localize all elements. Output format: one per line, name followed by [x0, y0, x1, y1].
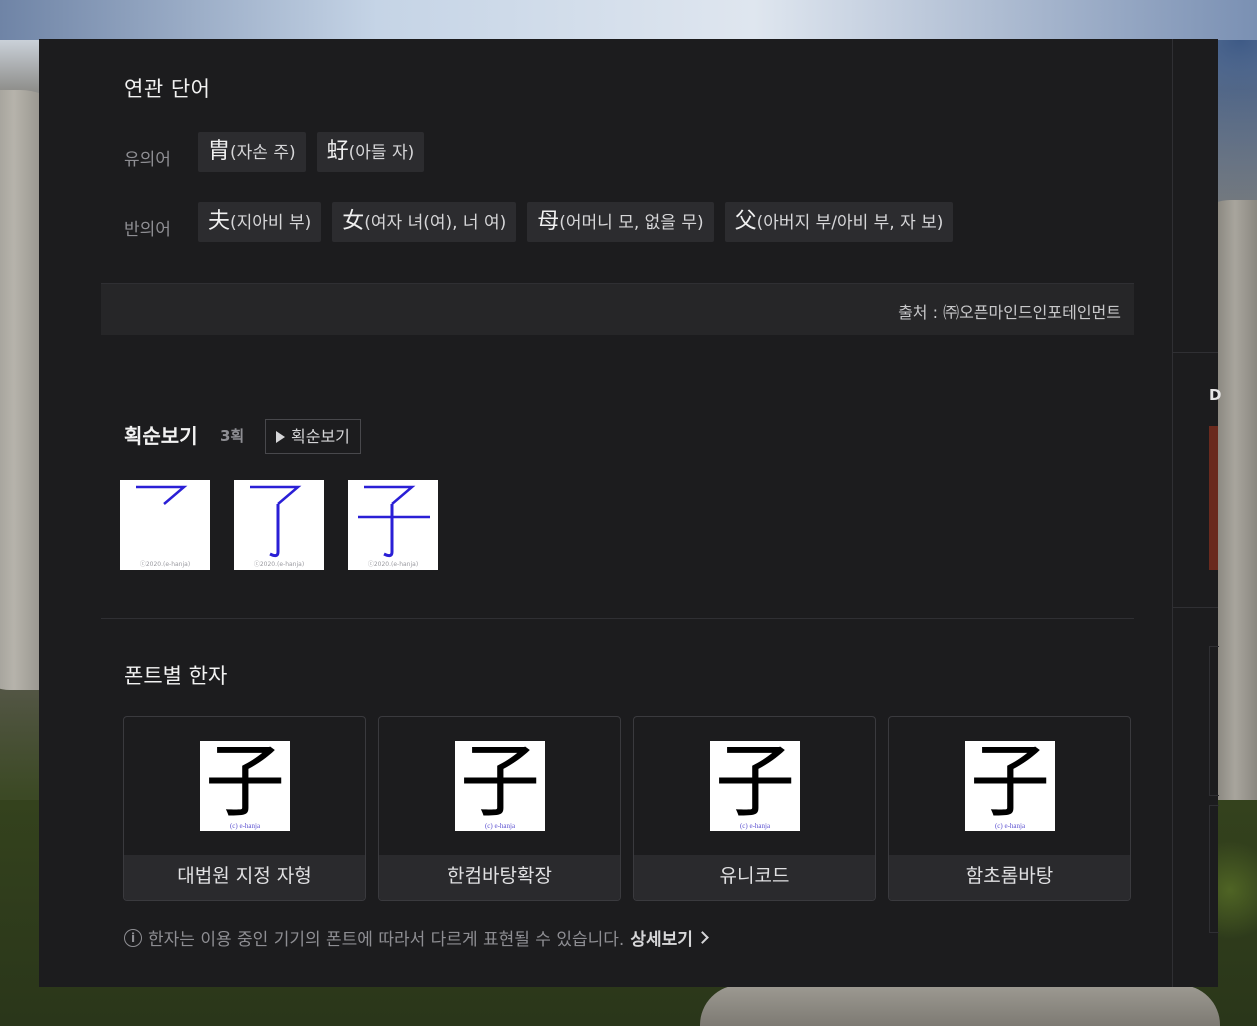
synonym-label: 유의어: [124, 150, 171, 170]
play-icon: [276, 430, 285, 443]
synonym-list: 胄(자손 주) 虸(아들 자): [198, 132, 425, 172]
stroke-step-2: ⓒ2020.(e-hanja): [234, 480, 324, 570]
side-thumbnail[interactable]: [1209, 426, 1218, 570]
antonym-list: 夫(지아비 부) 女(여자 녀(여), 너 여) 母(어머니 모, 없을 무) …: [198, 202, 954, 242]
section-divider: [101, 618, 1134, 619]
side-divider: [1172, 352, 1218, 353]
stroke-order-play-button[interactable]: 획순보기: [265, 419, 361, 454]
font-card-label: 유니코드: [634, 855, 875, 900]
font-glyph-image: 子 (c) e-hanja: [455, 737, 545, 831]
stroke-order-title: 획순보기: [124, 424, 198, 448]
font-card-label: 한컴바탕확장: [379, 855, 620, 900]
antonym-chip[interactable]: 夫(지아비 부): [198, 202, 322, 242]
font-card-label: 함초롬바탕: [889, 855, 1130, 900]
detail-link[interactable]: 상세보기: [630, 925, 709, 950]
stroke-count: 3획: [220, 427, 245, 445]
source-text: 출처 : ㈜오픈마인드인포테인먼트: [898, 303, 1121, 322]
antonym-chip[interactable]: 母(어머니 모, 없을 무): [527, 202, 714, 242]
font-card[interactable]: 子 (c) e-hanja 유니코드: [633, 716, 876, 901]
font-notice: i 한자는 이용 중인 기기의 폰트에 따라서 다르게 표현될 수 있습니다. …: [124, 925, 709, 950]
antonym-label: 반의어: [124, 220, 171, 240]
info-icon: i: [124, 928, 142, 947]
font-glyph-image: 子 (c) e-hanja: [200, 737, 290, 831]
antonym-chip[interactable]: 女(여자 녀(여), 너 여): [332, 202, 517, 242]
synonym-chip[interactable]: 虸(아들 자): [316, 132, 425, 172]
font-card[interactable]: 子 (c) e-hanja 대법원 지정 자형: [123, 716, 366, 901]
font-glyph-image: 子 (c) e-hanja: [710, 737, 800, 831]
synonym-chip[interactable]: 胄(자손 주): [198, 132, 306, 172]
chevron-right-icon: [696, 931, 709, 944]
font-glyph-image: 子 (c) e-hanja: [965, 737, 1055, 831]
font-card-label: 대법원 지정 자형: [124, 855, 365, 900]
font-card[interactable]: 子 (c) e-hanja 한컴바탕확장: [378, 716, 621, 901]
stroke-step-3: ⓒ2020.(e-hanja): [348, 480, 438, 570]
related-words-title: 연관 단어: [124, 77, 211, 101]
side-divider: [1172, 607, 1218, 608]
hanja-detail-panel: D 연관 단어 유의어 胄(자손 주) 虸(아들 자) 반의어 夫(지아비 부)…: [39, 39, 1222, 987]
side-card[interactable]: [1209, 805, 1219, 933]
side-heading: D: [1209, 386, 1222, 404]
font-hanja-title: 폰트별 한자: [124, 664, 228, 688]
stroke-step-1: ⓒ2020.(e-hanja): [120, 480, 210, 570]
column-divider: [1172, 39, 1173, 987]
font-card[interactable]: 子 (c) e-hanja 함초롬바탕: [888, 716, 1131, 901]
source-bar: 출처 : ㈜오픈마인드인포테인먼트: [101, 283, 1134, 335]
antonym-chip[interactable]: 父(아버지 부/아비 부, 자 보): [724, 202, 954, 242]
side-card[interactable]: [1209, 646, 1219, 796]
